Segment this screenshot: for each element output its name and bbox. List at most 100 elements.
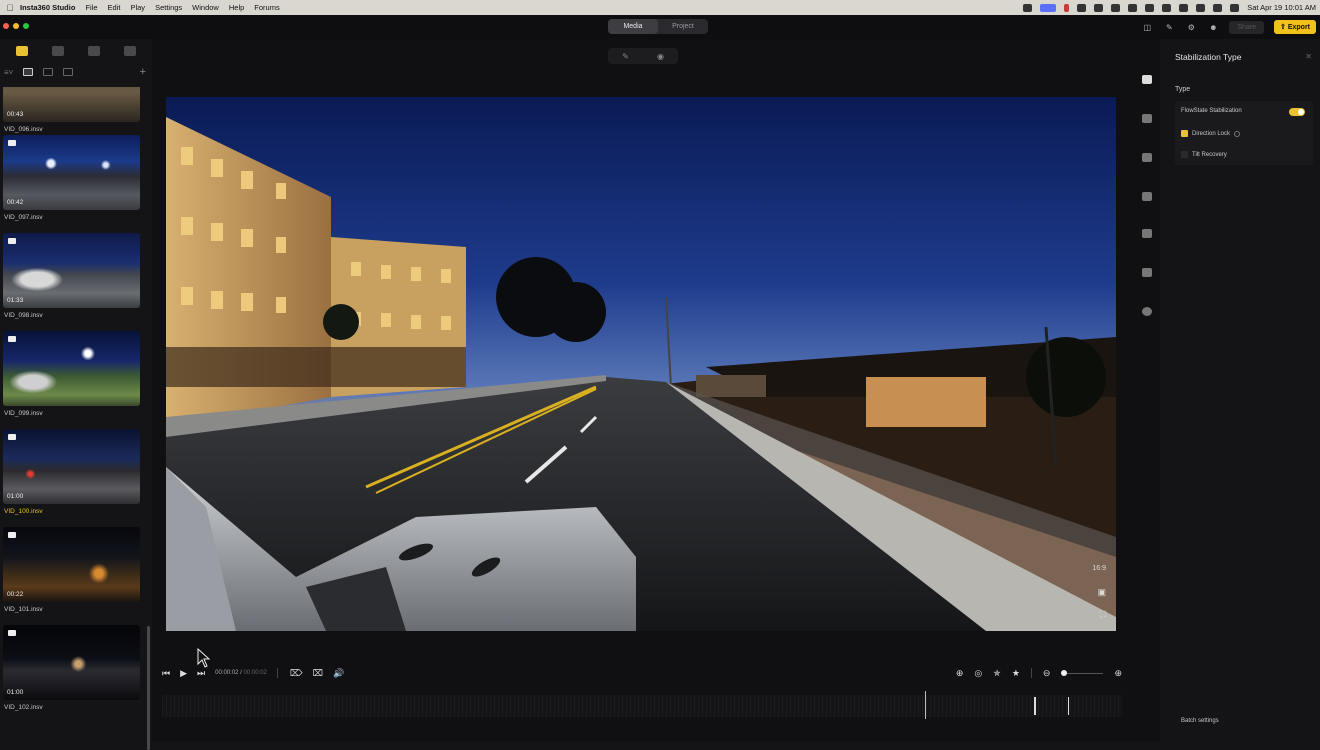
color-adjust-icon[interactable] [1142, 192, 1152, 201]
status-icon[interactable] [1077, 3, 1087, 12]
share-button[interactable]: Share [1229, 20, 1265, 34]
menu-settings[interactable]: Settings [155, 3, 182, 12]
menu-forums[interactable]: Forums [254, 3, 279, 12]
zoom-in-icon[interactable]: ⊕ [1114, 668, 1122, 679]
close-icon[interactable]: ✕ [1305, 52, 1312, 61]
clip-duration: 01:00 [7, 493, 24, 500]
library-scrollbar[interactable] [147, 626, 150, 750]
video-camera-icon [8, 630, 16, 636]
folder-icon[interactable] [52, 46, 64, 56]
menu-play[interactable]: Play [130, 3, 145, 12]
list-view-icon[interactable] [63, 68, 74, 76]
play-icon[interactable]: ▶ [180, 668, 187, 679]
local-media-icon[interactable] [16, 46, 28, 56]
zoom-window-icon[interactable] [23, 23, 29, 29]
plugin-icon[interactable] [1142, 114, 1152, 123]
keyframe-marker[interactable] [1034, 697, 1036, 715]
list-item[interactable]: 01:00 VID_102.insv [3, 625, 140, 711]
list-item[interactable]: 01:33 VID_098.insv [3, 233, 140, 319]
keyframe-marker[interactable] [1068, 697, 1069, 715]
clock[interactable]: Sat Apr 19 10:01 AM [1247, 3, 1316, 12]
status-icon[interactable] [1128, 3, 1138, 12]
tab-project[interactable]: Project [658, 19, 708, 34]
video-preview[interactable]: 16:9 ▣ ⛶ [166, 97, 1116, 631]
media-library-panel: ≡˅ + 00:43 VID_096.insv 00:42 VID_097.in… [0, 39, 152, 750]
battery-icon[interactable] [1196, 3, 1206, 12]
grid-view-icon[interactable] [43, 68, 54, 76]
deep-track-icon[interactable]: ◎ [974, 668, 982, 679]
stabilization-icon[interactable] [1142, 75, 1152, 84]
fullscreen-icon[interactable]: ⛶ [1100, 609, 1106, 620]
clip-thumbnail: 01:33 [3, 233, 140, 308]
direction-lock-label: Direction Lock [1192, 130, 1231, 137]
menu-edit[interactable]: Edit [108, 3, 121, 12]
menu-app-name[interactable]: Insta360 Studio [20, 3, 75, 12]
timeline-track[interactable] [162, 691, 1122, 719]
list-item[interactable]: 01:00 VID_100.insv [3, 429, 140, 515]
info-icon[interactable] [1142, 307, 1152, 316]
tab-media[interactable]: Media [608, 19, 658, 34]
media-project-switch: Media Project [608, 19, 708, 34]
batch-settings-button[interactable]: Batch settings [1181, 718, 1219, 724]
aspect-ratio-label[interactable]: 16:9 [1092, 565, 1106, 572]
clip-name: VID_098.insv [4, 312, 43, 319]
book-icon[interactable]: ◫ [1141, 23, 1153, 32]
add-media-icon[interactable]: + [140, 66, 146, 78]
status-icon[interactable] [1111, 3, 1121, 12]
clip-list: 00:43 VID_096.insv 00:42 VID_097.insv 01… [0, 87, 145, 742]
list-item[interactable]: 00:42 VID_097.insv [3, 135, 140, 221]
volume-icon[interactable]: 🔊 [333, 668, 344, 679]
cloud-icon[interactable] [88, 46, 100, 56]
list-item[interactable]: 00:22 VID_101.insv [3, 527, 140, 613]
sort-icon[interactable]: ≡˅ [4, 68, 13, 77]
eye-icon[interactable]: ◉ [657, 52, 664, 61]
apple-icon[interactable]:  [0, 3, 20, 13]
zoom-slider[interactable] [1061, 669, 1104, 676]
video-frame [166, 97, 1116, 631]
settings-icon[interactable]: ⚙ [1185, 23, 1197, 32]
list-item[interactable]: VID_099.insv [3, 331, 140, 417]
edit-icon[interactable]: ✎ [622, 52, 629, 61]
status-icon[interactable] [1094, 3, 1104, 12]
edit-icon[interactable]: ✎ [1163, 23, 1175, 32]
screen-mirror-icon[interactable] [1040, 3, 1057, 12]
keyboard-input-icon[interactable] [1162, 3, 1172, 12]
download-icon[interactable] [1142, 229, 1152, 238]
zoom-out-icon[interactable]: ⊖ [1043, 668, 1051, 679]
menu-help[interactable]: Help [229, 3, 244, 12]
picture-in-picture-icon[interactable]: ▣ [1097, 587, 1106, 598]
trim-out-icon[interactable]: ⌧ [313, 668, 323, 679]
import-folder-icon[interactable] [124, 46, 136, 56]
mouse-cursor-icon [197, 648, 211, 668]
menu-file[interactable]: File [85, 3, 97, 12]
direction-lock-checkbox[interactable] [1181, 130, 1188, 137]
close-window-icon[interactable] [3, 23, 9, 29]
status-icon[interactable] [1145, 3, 1155, 12]
clip-name: VID_097.insv [4, 214, 43, 221]
menu-window[interactable]: Window [192, 3, 219, 12]
zoom-slider-knob[interactable] [1061, 669, 1068, 676]
video-effects-icon[interactable] [1142, 153, 1152, 162]
control-center-icon[interactable] [1230, 3, 1240, 12]
tilt-recovery-checkbox[interactable] [1181, 151, 1188, 158]
playhead[interactable] [925, 691, 926, 719]
add-keyframe-icon[interactable]: ⊕ [956, 668, 964, 679]
large-thumbnail-view-icon[interactable] [23, 68, 34, 76]
video-camera-icon [8, 336, 16, 342]
trim-in-icon[interactable]: ⌦ [290, 668, 303, 679]
ai-edit-icon[interactable]: ✯ [993, 668, 1001, 679]
record-icon[interactable] [1064, 3, 1070, 12]
user-icon[interactable]: ☻ [1207, 23, 1219, 32]
search-icon[interactable] [1213, 3, 1223, 12]
status-icon[interactable] [1023, 3, 1033, 12]
minimize-window-icon[interactable] [13, 23, 19, 29]
list-item[interactable]: 00:43 VID_096.insv [3, 87, 140, 133]
skip-back-icon[interactable]: ⏮ [162, 668, 170, 679]
audio-icon[interactable] [1142, 268, 1152, 277]
flowstate-toggle[interactable] [1289, 108, 1305, 116]
skip-forward-icon[interactable]: ⏭ [197, 668, 205, 679]
info-icon[interactable] [1234, 130, 1241, 137]
wifi-icon[interactable] [1179, 3, 1189, 12]
export-button[interactable]: ⇧ Export [1274, 20, 1316, 34]
speed-icon[interactable]: ★ [1012, 668, 1020, 679]
